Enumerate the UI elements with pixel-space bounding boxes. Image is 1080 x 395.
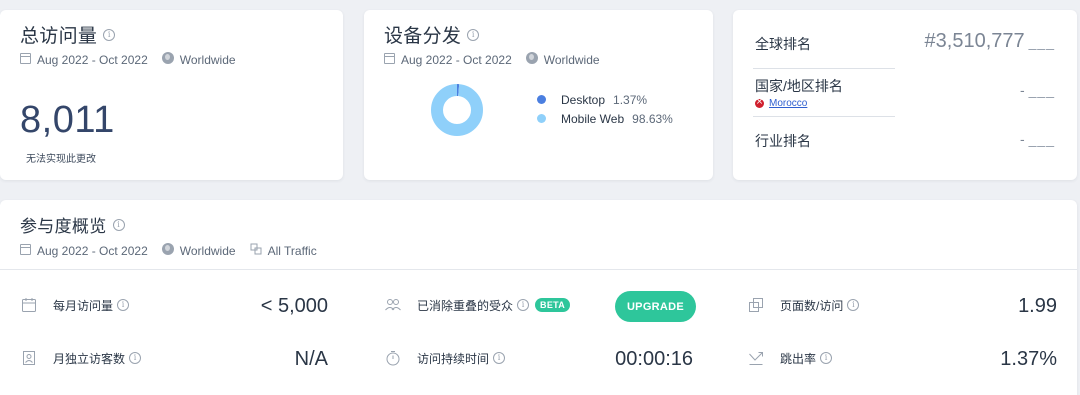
legend-value: 1.37% <box>613 92 648 107</box>
timer-icon <box>384 349 402 367</box>
unique-visitors-metric: 月独立访客数 i <box>20 349 142 367</box>
device-donut-chart[interactable] <box>431 84 483 136</box>
upgrade-button[interactable]: UPGRADE <box>615 291 696 322</box>
monthly-visits-metric: 每月访问量 i <box>20 296 130 314</box>
globe-icon <box>161 52 174 64</box>
info-icon[interactable]: i <box>847 299 860 311</box>
mobile-dot <box>537 114 546 123</box>
global-rank-label: 全球排名 <box>755 36 811 52</box>
rank-card: 全球排名 #3,510,777___ 国家/地区排名 Morocco -___ … <box>733 10 1077 180</box>
device-distribution-card: 设备分发 i Aug 2022 - Oct 2022 Worldwide Des… <box>364 10 713 180</box>
total-visits-value: 8,011 <box>20 99 115 141</box>
calendar-icon <box>20 296 38 314</box>
dedup-audience-metric: 已消除重叠的受众 i BETA <box>384 296 571 314</box>
region: Worldwide <box>543 52 600 67</box>
engagement-meta: Aug 2022 - Oct 2022 Worldwide All Traffi… <box>20 243 1057 258</box>
info-icon[interactable]: i <box>820 352 833 364</box>
traffic-icon <box>250 243 262 258</box>
desktop-dot <box>537 95 546 104</box>
legend-item-desktop: Desktop 1.37% <box>537 90 673 109</box>
date-range: Aug 2022 - Oct 2022 <box>37 243 148 258</box>
info-icon[interactable]: i <box>517 299 530 311</box>
pages-per-visit-metric: 页面数/访问 i <box>747 296 860 314</box>
bounce-rate-value: 1.37% <box>1000 348 1057 370</box>
country-rank-value: - ___ <box>1020 82 1055 98</box>
beta-badge: BETA <box>535 298 571 312</box>
info-icon[interactable]: i <box>467 28 480 41</box>
global-rank-number: #3,510,777 <box>924 30 1025 52</box>
divider <box>753 68 895 69</box>
donut-slice-mobile-web[interactable] <box>431 84 483 136</box>
visits-meta: Aug 2022 - Oct 2022 Worldwide <box>20 52 323 67</box>
country-rank-dash: ___ <box>1028 82 1055 98</box>
info-icon[interactable]: i <box>493 352 506 364</box>
legend-item-mobile: Mobile Web 98.63% <box>537 109 673 128</box>
total-visits-note: 无法实现此更改 <box>26 154 96 165</box>
calendar-icon <box>384 52 395 64</box>
bounce-rate-metric: 跳出率 i <box>747 349 833 367</box>
region: Worldwide <box>179 243 236 258</box>
total-visits-title: 总访问量 <box>20 26 98 47</box>
divider <box>753 116 895 117</box>
country-rank-row: 国家/地区排名 Morocco -___ <box>755 76 1055 109</box>
country-rank-number: - <box>1019 82 1025 98</box>
traffic-label: All Traffic <box>267 243 317 258</box>
legend-label: Mobile Web <box>561 111 625 126</box>
industry-rank-number: - <box>1019 131 1025 147</box>
global-rank-row: 全球排名 #3,510,777 ___ <box>755 30 1055 54</box>
industry-rank-value: - ___ <box>1020 131 1055 147</box>
country-link[interactable]: Morocco <box>769 98 807 109</box>
date-range: Aug 2022 - Oct 2022 <box>401 52 512 67</box>
device-legend: Desktop 1.37% Mobile Web 98.63% <box>537 90 673 128</box>
unique-visitors-value: N/A <box>294 348 328 370</box>
country-rank-label: 国家/地区排名 <box>755 78 843 94</box>
devices-meta: Aug 2022 - Oct 2022 Worldwide <box>384 52 693 67</box>
info-icon[interactable]: i <box>129 352 142 364</box>
visit-duration-metric: 访问持续时间 i <box>384 349 506 367</box>
industry-rank-label: 行业排名 <box>755 133 811 149</box>
visit-duration-value: 00:00:16 <box>615 348 693 370</box>
device-distribution-title: 设备分发 <box>384 26 462 47</box>
info-icon[interactable]: i <box>112 218 125 231</box>
engagement-card: 参与度概览 i Aug 2022 - Oct 2022 Worldwide Al… <box>0 200 1077 395</box>
global-rank-value: #3,510,777 ___ <box>925 30 1055 53</box>
industry-rank-row: 行业排名 - ___ <box>755 131 1055 151</box>
monthly-visits-label: 每月访问量 <box>53 298 114 313</box>
globe-icon <box>525 52 538 64</box>
bounce-rate-label: 跳出率 <box>780 351 817 366</box>
globe-icon <box>161 243 174 255</box>
unique-visitors-label: 月独立访客数 <box>53 351 126 366</box>
calendar-icon <box>20 243 31 255</box>
pages-icon <box>747 296 765 314</box>
engagement-title: 参与度概览 <box>20 217 107 236</box>
country-row: Morocco <box>755 97 1055 109</box>
legend-label: Desktop <box>561 92 606 107</box>
dedup-audience-label: 已消除重叠的受众 <box>417 298 514 313</box>
visit-duration-label: 访问持续时间 <box>417 351 490 366</box>
info-icon[interactable]: i <box>117 299 130 311</box>
calendar-icon <box>20 52 31 64</box>
bounce-icon <box>747 349 765 367</box>
visitor-icon <box>20 349 38 367</box>
region: Worldwide <box>179 52 236 67</box>
pages-per-visit-value: 1.99 <box>1018 295 1057 317</box>
total-visits-card: 总访问量 i Aug 2022 - Oct 2022 Worldwide 8,0… <box>0 10 343 180</box>
engagement-header: 参与度概览 i Aug 2022 - Oct 2022 Worldwide Al… <box>0 200 1077 270</box>
pages-per-visit-label: 页面数/访问 <box>780 298 844 313</box>
monthly-visits-value: < 5,000 <box>260 295 328 317</box>
global-rank-dash: ___ <box>1028 34 1055 50</box>
legend-value: 98.63% <box>632 111 673 126</box>
industry-rank-dash: ___ <box>1028 131 1055 147</box>
info-icon[interactable]: i <box>103 28 116 41</box>
users-icon <box>384 296 402 314</box>
morocco-flag-icon <box>755 97 764 108</box>
date-range: Aug 2022 - Oct 2022 <box>37 52 148 67</box>
